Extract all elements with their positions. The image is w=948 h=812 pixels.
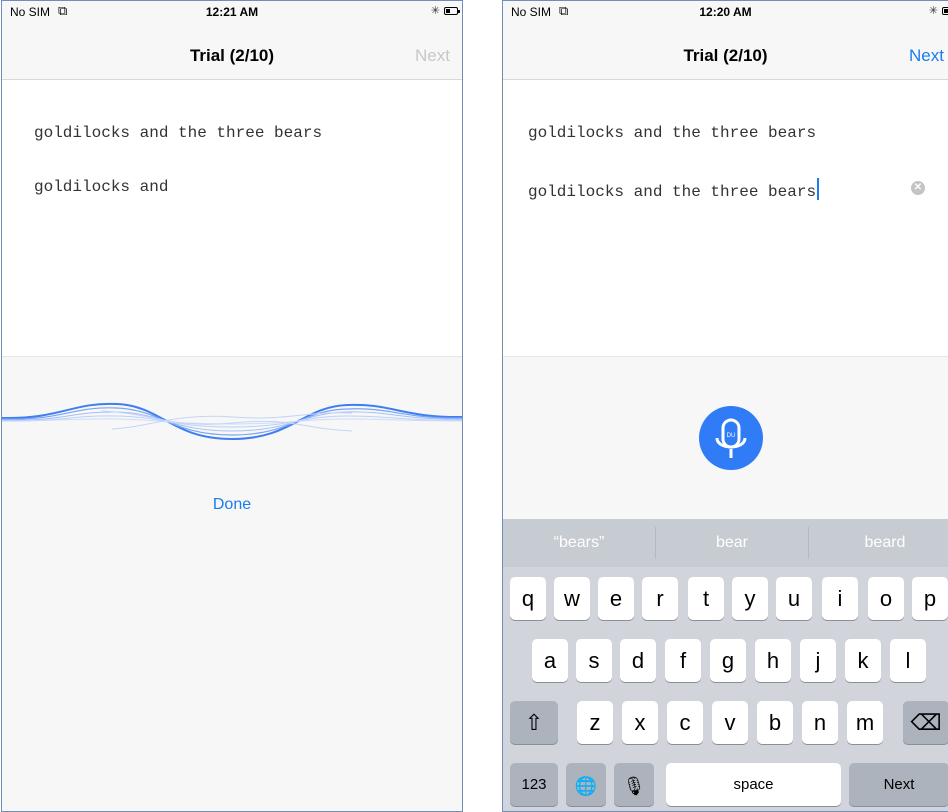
next-button[interactable]: Next — [415, 46, 450, 66]
phrase-prompt: goldilocks and the three bears — [528, 124, 817, 142]
microphone-icon: DU — [715, 418, 747, 458]
key-o[interactable]: o — [868, 577, 904, 620]
key-h[interactable]: h — [755, 639, 791, 682]
delete-key[interactable]: ⌫ — [903, 701, 948, 744]
shift-icon: ⇧ — [524, 710, 544, 735]
backspace-icon: ⌫ — [910, 710, 942, 735]
battery-icon — [444, 7, 460, 15]
key-d[interactable]: d — [620, 639, 656, 682]
key-u[interactable]: u — [776, 577, 812, 620]
navigation-bar: Trial (2/10) Next — [503, 23, 948, 80]
key-x[interactable]: x — [622, 701, 658, 744]
status-time: 12:21 AM — [205, 5, 259, 19]
space-key[interactable]: space — [666, 763, 841, 806]
page-title: Trial (2/10) — [189, 46, 275, 65]
key-g[interactable]: g — [710, 639, 746, 682]
key-j[interactable]: j — [800, 639, 836, 682]
phrase-prompt: goldilocks and the three bears — [34, 124, 323, 142]
clear-text-icon[interactable]: ✕ — [911, 181, 925, 195]
microphone-icon: 🎙 — [622, 776, 646, 796]
numbers-key[interactable]: 123 — [510, 763, 558, 806]
trial-content: goldilocks and the three bears goldilock… — [2, 80, 462, 356]
next-return-key[interactable]: Next — [849, 763, 948, 806]
suggestion-item[interactable]: beard — [809, 519, 948, 567]
shift-key[interactable]: ⇧ — [510, 701, 558, 744]
dictation-waveform — [2, 402, 462, 441]
done-button[interactable]: Done — [2, 495, 462, 515]
battery-icon — [942, 7, 948, 15]
key-p[interactable]: p — [912, 577, 948, 620]
key-f[interactable]: f — [665, 639, 701, 682]
microphone-button[interactable]: DU — [699, 406, 763, 470]
right-phone-screen: No SIM ⧉ 12:20 AM ✳ Trial (2/10) Next go… — [502, 0, 948, 812]
key-i[interactable]: i — [822, 577, 858, 620]
bluetooth-icon: ✳ — [928, 5, 938, 17]
suggestion-item[interactable]: bear — [656, 519, 808, 567]
bluetooth-icon: ✳ — [430, 5, 440, 17]
key-y[interactable]: y — [732, 577, 768, 620]
key-q[interactable]: q — [510, 577, 546, 620]
dictation-panel: Done — [2, 356, 462, 811]
suggestion-bar: “bears” bear beard — [503, 519, 948, 567]
key-b[interactable]: b — [757, 701, 793, 744]
dictation-mic-panel: DU — [503, 356, 948, 520]
key-v[interactable]: v — [712, 701, 748, 744]
key-c[interactable]: c — [667, 701, 703, 744]
key-s[interactable]: s — [576, 639, 612, 682]
navigation-bar: Trial (2/10) Next — [2, 23, 462, 80]
left-phone-screen: No SIM ⧉ 12:21 AM ✳ Trial (2/10) Next go… — [1, 0, 463, 812]
key-k[interactable]: k — [845, 639, 881, 682]
text-input[interactable]: goldilocks and — [34, 178, 168, 196]
page-title: Trial (2/10) — [683, 46, 768, 65]
key-a[interactable]: a — [532, 639, 568, 682]
dictation-key[interactable]: 🎙 — [614, 763, 654, 806]
globe-key[interactable]: 🌐 — [566, 763, 606, 806]
text-input[interactable]: goldilocks and the three bears — [528, 178, 820, 201]
next-button[interactable]: Next — [909, 46, 944, 66]
key-z[interactable]: z — [577, 701, 613, 744]
key-w[interactable]: w — [554, 577, 590, 620]
trial-content: goldilocks and the three bears goldilock… — [503, 80, 948, 356]
key-l[interactable]: l — [890, 639, 926, 682]
key-t[interactable]: t — [688, 577, 724, 620]
typed-text: goldilocks and the three bears — [528, 183, 817, 201]
status-bar: No SIM ⧉ 12:20 AM ✳ — [503, 1, 948, 23]
suggestion-item[interactable]: “bears” — [503, 519, 655, 567]
text-cursor — [817, 178, 820, 200]
globe-icon: 🌐 — [574, 776, 598, 796]
keyboard: “bears” bear beard q w e r t y u i o p a… — [503, 519, 948, 811]
status-bar: No SIM ⧉ 12:21 AM ✳ — [2, 1, 462, 23]
key-e[interactable]: e — [598, 577, 634, 620]
status-time: 12:20 AM — [699, 5, 752, 19]
key-m[interactable]: m — [847, 701, 883, 744]
key-n[interactable]: n — [802, 701, 838, 744]
mic-badge: DU — [727, 433, 736, 439]
key-r[interactable]: r — [642, 577, 678, 620]
